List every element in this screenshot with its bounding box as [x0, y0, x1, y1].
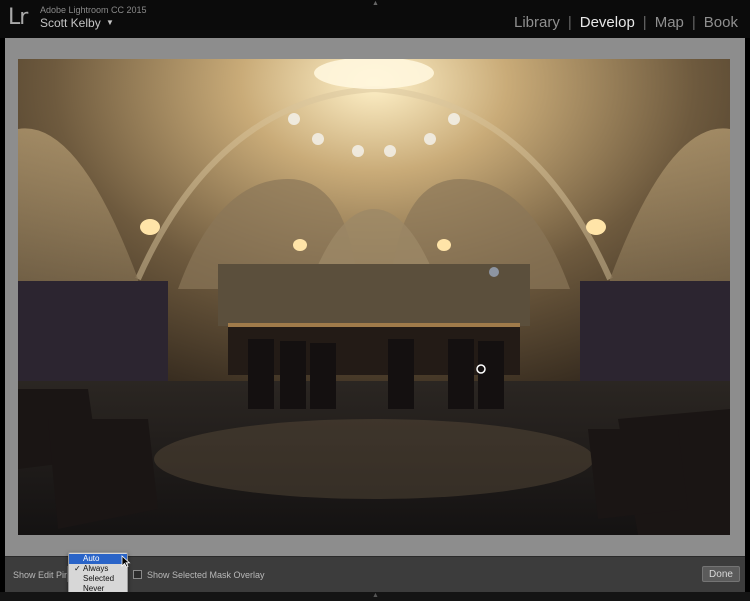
lightroom-logo: Lr	[8, 5, 28, 30]
edit-pins-menu: Auto ✓ Always Selected Never	[68, 552, 128, 595]
mouse-cursor-icon	[121, 555, 131, 568]
identity-plate-user[interactable]: Scott Kelby	[40, 16, 101, 30]
module-separator: |	[642, 14, 647, 31]
module-develop[interactable]: Develop	[580, 14, 635, 31]
module-library[interactable]: Library	[514, 14, 560, 31]
checkmark-icon: ✓	[74, 564, 81, 573]
top-panel-toggle-icon[interactable]: ▲	[372, 0, 379, 7]
photo-preview[interactable]	[18, 59, 730, 535]
module-separator: |	[567, 14, 572, 31]
menu-item-always[interactable]: ✓ Always	[69, 564, 127, 574]
mask-overlay-label[interactable]: Show Selected Mask Overlay	[147, 570, 265, 580]
menu-item-label: Auto	[83, 554, 100, 563]
module-separator: |	[691, 14, 696, 31]
menu-item-auto[interactable]: Auto	[69, 554, 127, 564]
module-picker: Library | Develop | Map | Book	[514, 14, 738, 31]
loupe-view	[5, 38, 745, 556]
menu-item-label: Always	[83, 564, 109, 573]
menu-item-selected[interactable]: Selected	[69, 574, 127, 584]
done-button[interactable]: Done	[702, 566, 740, 582]
bottom-panel-toggle-icon[interactable]: ▲	[372, 592, 379, 599]
app-version-label: Adobe Lightroom CC 2015	[40, 5, 147, 15]
menu-item-label: Selected	[83, 574, 115, 583]
top-bar: Lr Adobe Lightroom CC 2015 Scott Kelby ▼…	[0, 0, 750, 38]
module-map[interactable]: Map	[655, 14, 684, 31]
chevron-down-icon[interactable]: ▼	[106, 18, 114, 27]
module-book[interactable]: Book	[704, 14, 738, 31]
show-edit-pins-label: Show Edit Pins	[13, 570, 74, 580]
mask-overlay-checkbox[interactable]	[133, 570, 142, 579]
photo-image	[18, 59, 730, 535]
